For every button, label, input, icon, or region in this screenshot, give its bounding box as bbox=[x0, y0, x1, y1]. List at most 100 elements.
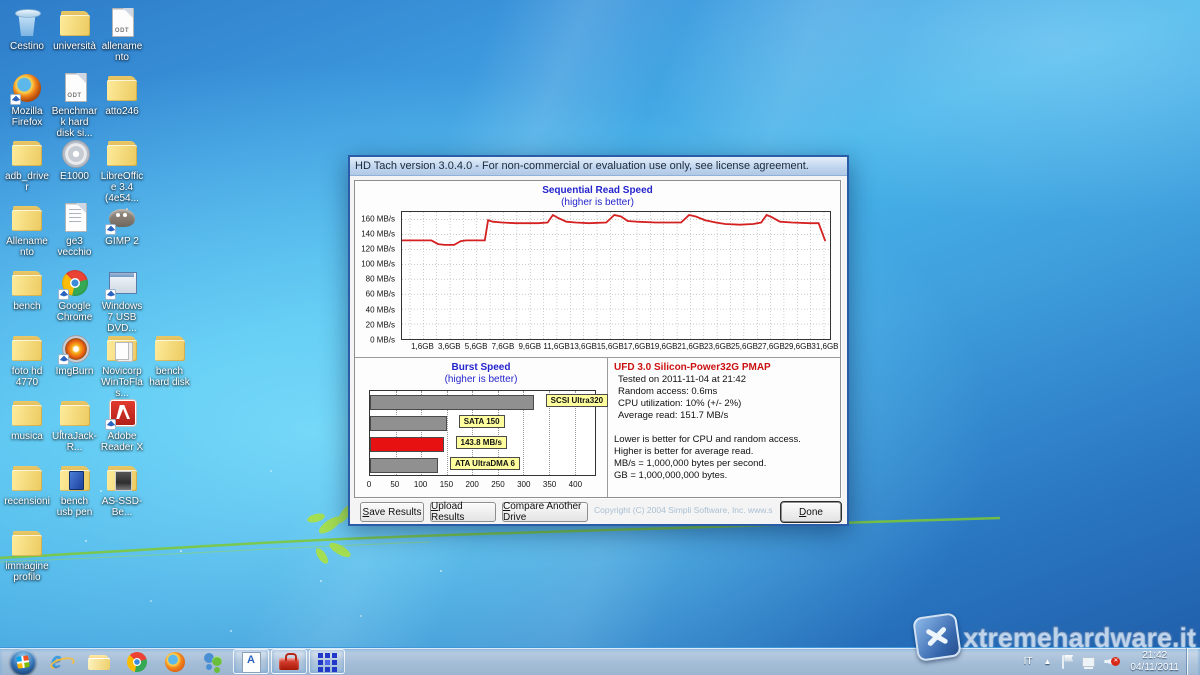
folder-icon bbox=[153, 331, 187, 365]
drive-info-panel: UFD 3.0 Silicon-Power32G PMAP Tested on … bbox=[608, 358, 840, 497]
document-app-icon bbox=[239, 650, 263, 674]
desktop-icon-label: musica bbox=[4, 431, 50, 442]
desktop-icon[interactable]: Allenamento bbox=[4, 201, 50, 258]
x-tick-label: 150 bbox=[440, 480, 453, 489]
desktop-icon[interactable]: LibreOffice 3.4 (4e54... bbox=[99, 136, 145, 204]
drive-info-line: CPU utilization: 10% (+/- 2%) bbox=[614, 398, 834, 410]
y-tick-label: 0 MB/s bbox=[370, 336, 395, 345]
drive-info-line: Tested on 2011-11-04 at 21:42 bbox=[614, 374, 834, 386]
burst-speed-panel: Burst Speed (higher is better) SCSI Ultr… bbox=[355, 358, 608, 497]
desktop-icon[interactable]: atto246 bbox=[99, 71, 145, 117]
window-title: HD Tach version 3.0.4.0 - For non-commer… bbox=[350, 160, 809, 172]
sequential-plot-area bbox=[401, 211, 831, 340]
desktop-icon[interactable]: adb_driver bbox=[4, 136, 50, 193]
drive-info-line: Random access: 0.6ms bbox=[614, 386, 834, 398]
desktop-icon-label: GIMP 2 bbox=[99, 236, 145, 247]
desktop-icon[interactable]: Mozilla Firefox bbox=[4, 71, 50, 128]
start-button-icon bbox=[10, 649, 36, 675]
desktop-icon[interactable]: ge3 vecchio bbox=[52, 201, 98, 258]
x-tick-label: 0 bbox=[367, 480, 371, 489]
burst-bar bbox=[370, 437, 444, 452]
desktop-icon[interactable]: bench bbox=[4, 266, 50, 312]
results-frame: Sequential Read Speed (higher is better)… bbox=[354, 180, 841, 498]
upload-results-button[interactable]: Upload Results bbox=[430, 502, 496, 522]
done-button[interactable]: Done bbox=[781, 502, 841, 522]
desktop-icon[interactable]: recensioni bbox=[4, 461, 50, 507]
window-client-area: Sequential Read Speed (higher is better)… bbox=[350, 176, 847, 524]
taskbar-windows-explorer[interactable] bbox=[81, 649, 117, 674]
shortcut-arrow-icon bbox=[10, 94, 21, 105]
desktop-icon-label: immagine profilo bbox=[4, 561, 50, 583]
desktop-icon[interactable]: E1000 bbox=[52, 136, 98, 182]
shortcut-arrow-icon bbox=[105, 289, 116, 300]
folder-icon bbox=[10, 526, 44, 560]
adobe-icon bbox=[105, 396, 139, 430]
folder-icon bbox=[105, 461, 139, 495]
x-tick-label: 17,6GB bbox=[624, 342, 651, 351]
desktop-icon[interactable]: UltraJack-R... bbox=[52, 396, 98, 453]
hd-tach-window: HD Tach version 3.0.4.0 - For non-commer… bbox=[348, 155, 849, 526]
desktop-icon[interactable]: Cestino bbox=[4, 6, 50, 52]
desktop-icon[interactable]: Adobe Reader X bbox=[99, 396, 145, 453]
desktop-icon[interactable]: immagine profilo bbox=[4, 526, 50, 583]
taskbar-windows-live-messenger[interactable] bbox=[195, 649, 231, 674]
drive-info-line: Average read: 151.7 MB/s bbox=[614, 410, 834, 422]
imgburn-icon bbox=[58, 331, 92, 365]
taskbar-items bbox=[0, 648, 346, 675]
taskbar-document-app[interactable] bbox=[233, 649, 269, 674]
desktop-icon[interactable]: GIMP 2 bbox=[99, 201, 145, 247]
chrome-icon bbox=[58, 266, 92, 300]
taskbar-hd-tach[interactable] bbox=[309, 649, 345, 674]
burst-x-axis-labels: 050100150200250300350400 bbox=[369, 480, 596, 491]
x-tick-label: 9,6GB bbox=[518, 342, 541, 351]
desktop-icon-label: ge3 vecchio bbox=[52, 236, 98, 258]
x-tick-label: 200 bbox=[465, 480, 478, 489]
x-tick-label: 7,6GB bbox=[492, 342, 515, 351]
burst-plot-area: SCSI Ultra320SATA 150143.8 MB/sATA Ultra… bbox=[369, 390, 596, 476]
window-icon bbox=[105, 266, 139, 300]
folder-icon bbox=[105, 71, 139, 105]
y-tick-label: 120 MB/s bbox=[361, 244, 395, 253]
desktop-icon-label: LibreOffice 3.4 (4e54... bbox=[99, 171, 145, 204]
shortcut-arrow-icon bbox=[105, 224, 116, 235]
taskbar-start-button[interactable] bbox=[5, 649, 41, 674]
x-tick-label: 13,6GB bbox=[570, 342, 597, 351]
taskbar-toolbox-app[interactable] bbox=[271, 649, 307, 674]
shortcut-arrow-icon bbox=[58, 289, 69, 300]
x-tick-label: 29,6GB bbox=[785, 342, 812, 351]
desktop-icon-label: bench usb pen bbox=[52, 496, 98, 518]
folder-icon bbox=[105, 331, 139, 365]
desktop-icon[interactable]: ImgBurn bbox=[52, 331, 98, 377]
burst-bar-label: ATA UltraDMA 6 bbox=[450, 457, 520, 470]
filetype-badge: ODT bbox=[115, 28, 129, 34]
burst-chart-subtitle: (higher is better) bbox=[355, 374, 607, 385]
folder-icon bbox=[58, 6, 92, 40]
y-tick-label: 100 MB/s bbox=[361, 260, 395, 269]
desktop-icon[interactable]: musica bbox=[4, 396, 50, 442]
compare-another-drive-button[interactable]: Compare Another Drive bbox=[502, 502, 588, 522]
desktop-icon[interactable]: Google Chrome bbox=[52, 266, 98, 323]
sequential-chart-subtitle: (higher is better) bbox=[355, 197, 840, 208]
desktop-icon[interactable]: Windows 7 USB DVD... bbox=[99, 266, 145, 334]
desktop-icon[interactable]: foto hd 4770 bbox=[4, 331, 50, 388]
filetype-badge: ODT bbox=[67, 93, 81, 99]
desktop-icon[interactable]: università bbox=[52, 6, 98, 52]
taskbar-mozilla-firefox[interactable] bbox=[157, 649, 193, 674]
desktop-icon[interactable]: ODTallenamento bbox=[99, 6, 145, 63]
taskbar-google-chrome[interactable] bbox=[119, 649, 155, 674]
windows-live-messenger-icon bbox=[201, 650, 225, 674]
desktop-icon[interactable]: bench usb pen bbox=[52, 461, 98, 518]
xtremehardware-logo-icon bbox=[913, 612, 963, 662]
sequential-y-axis-labels: 0 MB/s20 MB/s40 MB/s60 MB/s80 MB/s100 MB… bbox=[355, 211, 398, 340]
toolbox-app-icon bbox=[277, 650, 301, 674]
x-tick-label: 23,6GB bbox=[704, 342, 731, 351]
desktop-icon[interactable]: ODTBenchmark hard disk si... bbox=[52, 71, 98, 139]
window-titlebar[interactable]: HD Tach version 3.0.4.0 - For non-commer… bbox=[350, 157, 847, 176]
desktop-icon-label: adb_driver bbox=[4, 171, 50, 193]
taskbar-internet-explorer[interactable] bbox=[43, 649, 79, 674]
desktop-icon[interactable]: bench hard disk bbox=[147, 331, 193, 388]
desktop-icon[interactable]: AS-SSD-Be... bbox=[99, 461, 145, 518]
x-tick-label: 100 bbox=[414, 480, 427, 489]
save-results-button[interactable]: Save Results bbox=[360, 502, 424, 522]
desktop-icon[interactable]: Novicorp WinToFlas... bbox=[99, 331, 145, 399]
